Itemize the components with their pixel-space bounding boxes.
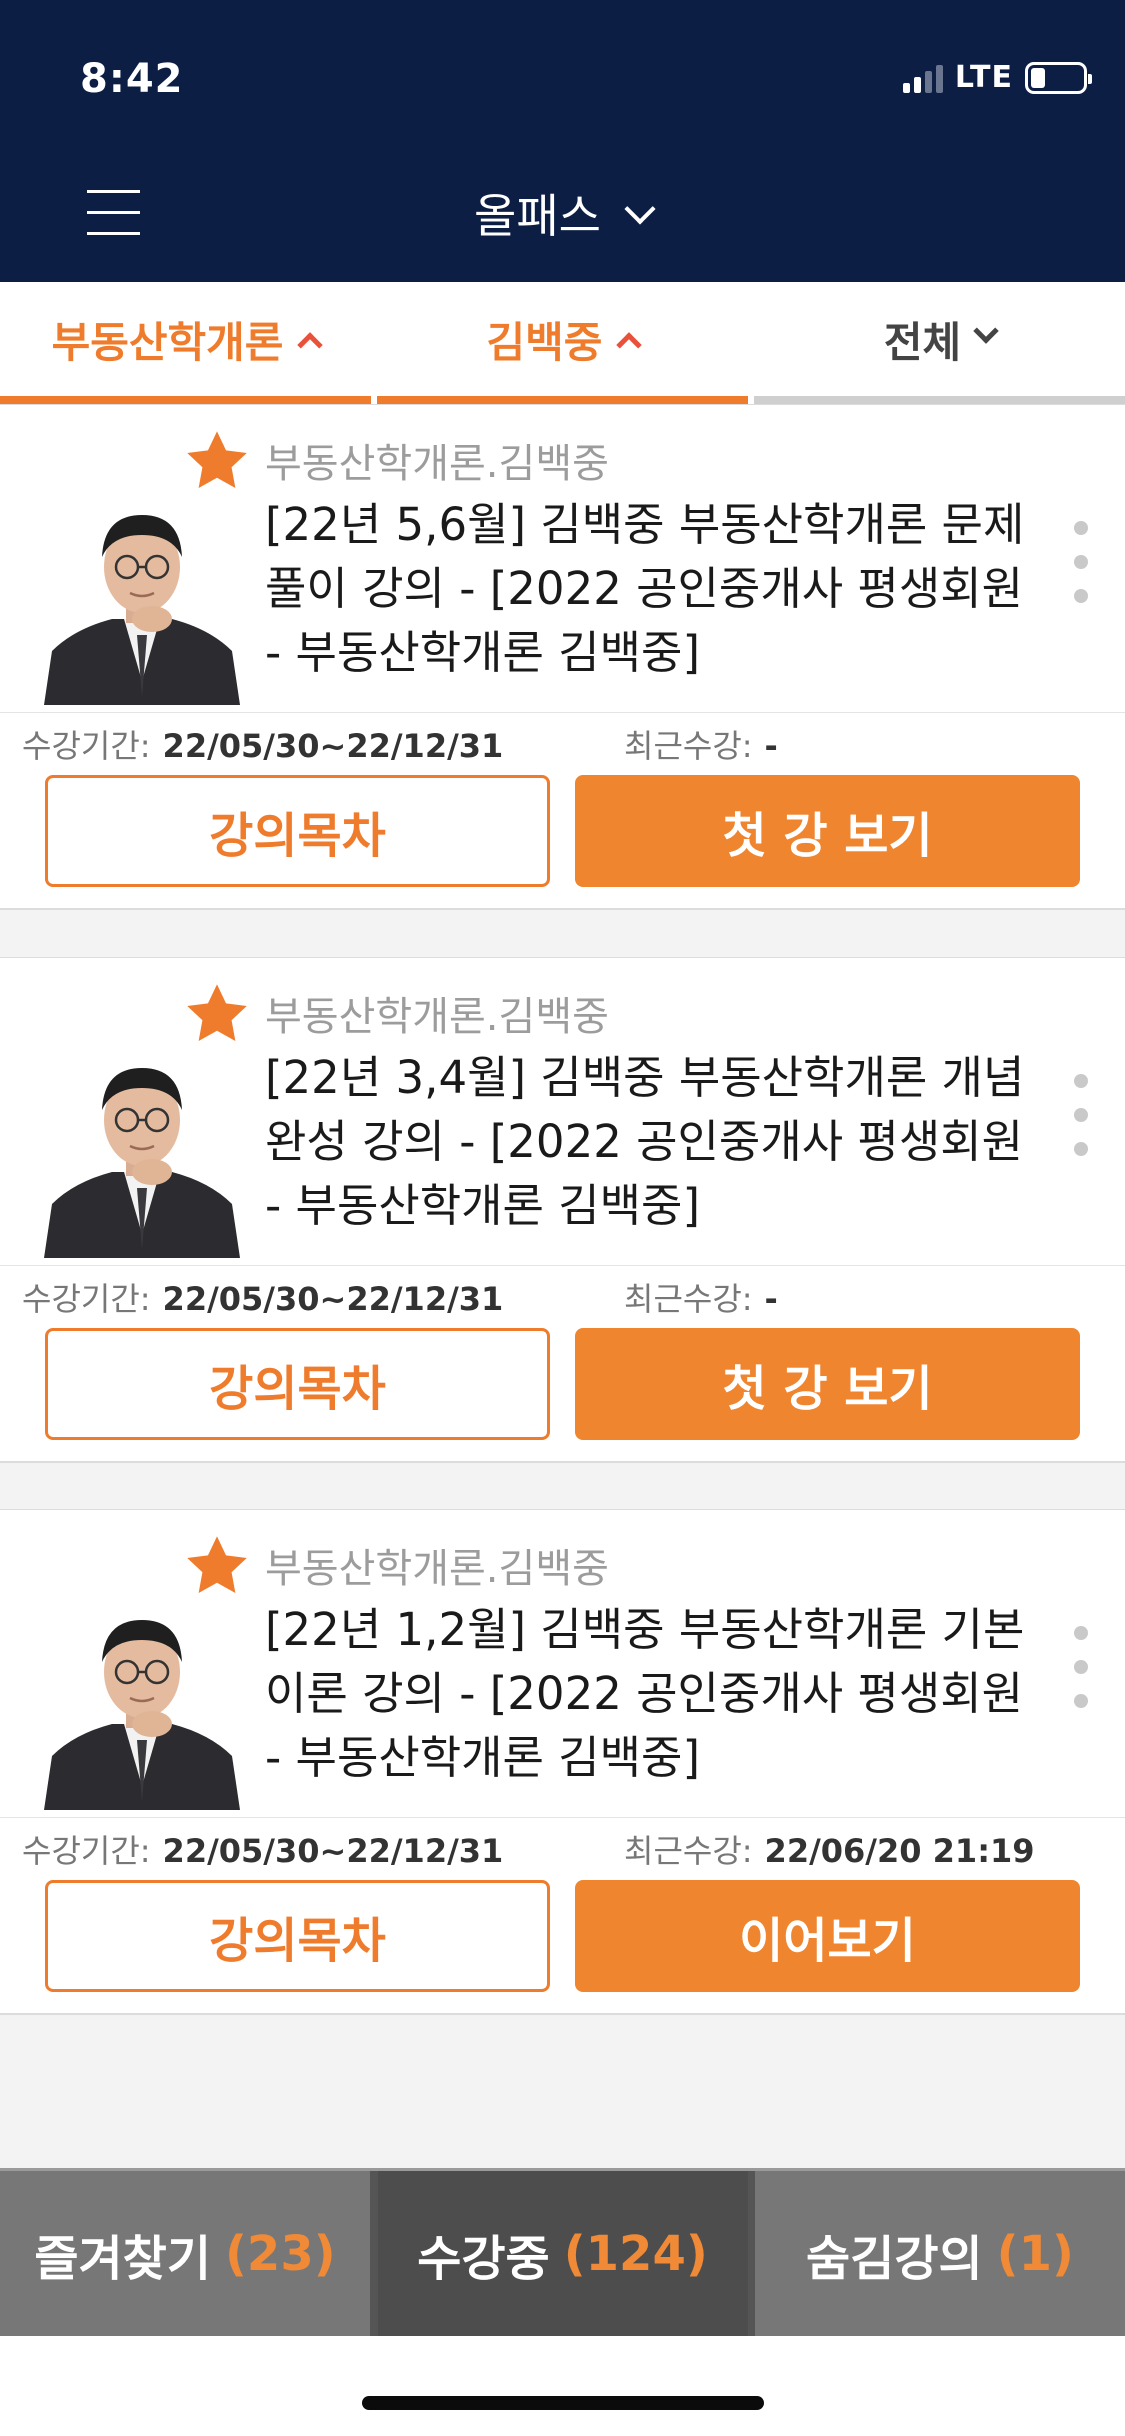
filter-instructor[interactable]: 김백중 xyxy=(377,282,748,404)
recent-label: 최근수강: xyxy=(624,1832,753,1870)
star-icon[interactable] xyxy=(180,427,254,497)
recent-value: 22/06/20 21:19 xyxy=(764,1832,1035,1870)
caret-up-icon xyxy=(297,332,324,358)
page-title: 올패스 xyxy=(474,189,601,243)
filter-all[interactable]: 전체 xyxy=(754,282,1125,404)
play-button[interactable]: 첫 강 보기 xyxy=(575,1328,1080,1440)
toc-button[interactable]: 강의목차 xyxy=(45,1328,550,1440)
course-recent: 최근수강: 22/06/20 21:19 xyxy=(624,1826,1035,1872)
bottom-tab-bar: 즐겨찾기 (23) 수강중 (124) 숨김강의 (1) xyxy=(0,2168,1125,2336)
course-card: 부동산학개론.김백중 [22년 3,4월] 김백중 부동산학개론 개념완성 강의… xyxy=(0,957,1125,1463)
battery-icon xyxy=(1025,61,1092,94)
filter-bar: 부동산학개론 김백중 전체 xyxy=(0,282,1125,404)
period-label: 수강기간: xyxy=(22,727,151,765)
app-header: 8:42 LTE 올패스 xyxy=(0,0,1125,282)
kebab-icon[interactable] xyxy=(1070,1626,1094,1712)
status-time: 8:42 xyxy=(80,56,184,102)
kebab-icon[interactable] xyxy=(1070,1074,1094,1160)
course-title[interactable]: [22년 3,4월] 김백중 부동산학개론 개념완성 강의 - [2022 공인… xyxy=(265,1046,1025,1238)
course-title[interactable]: [22년 5,6월] 김백중 부동산학개론 문제풀이 강의 - [2022 공인… xyxy=(265,493,1025,685)
instructor-photo xyxy=(44,1054,240,1258)
star-icon[interactable] xyxy=(180,980,254,1050)
course-card: 부동산학개론.김백중 [22년 1,2월] 김백중 부동산학개론 기본이론 강의… xyxy=(0,1509,1125,2015)
filter-all-label: 전체 xyxy=(883,317,962,367)
filter-subject-label: 부동산학개론 xyxy=(51,317,284,367)
tab-favorites-count: (23) xyxy=(224,2225,336,2282)
recent-label: 최근수강: xyxy=(624,727,753,765)
course-category: 부동산학개론.김백중 xyxy=(265,994,609,1040)
course-period: 수강기간: 22/05/30~22/12/31 xyxy=(22,1274,503,1320)
divider xyxy=(0,712,1125,713)
period-value: 22/05/30~22/12/31 xyxy=(162,1280,504,1318)
tab-favorites[interactable]: 즐겨찾기 (23) xyxy=(0,2171,370,2336)
home-area xyxy=(0,2336,1125,2436)
tab-in-progress[interactable]: 수강중 (124) xyxy=(377,2171,748,2336)
signal-icon xyxy=(902,63,943,93)
tab-hidden-label: 숨김강의 xyxy=(806,2230,983,2287)
recent-value: - xyxy=(764,1280,778,1318)
star-icon[interactable] xyxy=(180,1532,254,1602)
period-value: 22/05/30~22/12/31 xyxy=(162,1832,504,1870)
tab-hidden-count: (1) xyxy=(996,2225,1074,2282)
course-title[interactable]: [22년 1,2월] 김백중 부동산학개론 기본이론 강의 - [2022 공인… xyxy=(265,1598,1025,1790)
filter-instructor-label: 김백중 xyxy=(486,317,603,367)
divider xyxy=(0,1265,1125,1266)
course-period: 수강기간: 22/05/30~22/12/31 xyxy=(22,1826,503,1872)
course-recent: 최근수강: - xyxy=(624,721,778,767)
period-value: 22/05/30~22/12/31 xyxy=(162,727,504,765)
period-label: 수강기간: xyxy=(22,1280,151,1318)
tab-in-progress-count: (124) xyxy=(563,2225,708,2282)
pass-selector[interactable]: 올패스 xyxy=(0,180,1125,246)
filter-subject[interactable]: 부동산학개론 xyxy=(0,282,371,404)
course-period: 수강기간: 22/05/30~22/12/31 xyxy=(22,721,503,767)
caret-up-icon xyxy=(616,332,643,358)
period-label: 수강기간: xyxy=(22,1832,151,1870)
resume-button[interactable]: 이어보기 xyxy=(575,1880,1080,1992)
course-card: 부동산학개론.김백중 [22년 5,6월] 김백중 부동산학개론 문제풀이 강의… xyxy=(0,404,1125,910)
home-indicator[interactable] xyxy=(362,2396,764,2410)
tab-favorites-label: 즐겨찾기 xyxy=(34,2230,211,2287)
recent-label: 최근수강: xyxy=(624,1280,753,1318)
instructor-photo xyxy=(44,1606,240,1810)
toc-button[interactable]: 강의목차 xyxy=(45,775,550,887)
chevron-down-icon xyxy=(973,318,999,344)
network-type: LTE xyxy=(954,60,1013,95)
play-button[interactable]: 첫 강 보기 xyxy=(575,775,1080,887)
recent-value: - xyxy=(764,727,778,765)
divider xyxy=(0,1817,1125,1818)
course-recent: 최근수강: - xyxy=(624,1274,778,1320)
toc-button[interactable]: 강의목차 xyxy=(45,1880,550,1992)
course-category: 부동산학개론.김백중 xyxy=(265,1546,609,1592)
tab-in-progress-label: 수강중 xyxy=(417,2230,550,2287)
status-indicators: LTE xyxy=(902,60,1092,95)
instructor-photo xyxy=(44,501,240,705)
tab-hidden[interactable]: 숨김강의 (1) xyxy=(755,2171,1125,2336)
chevron-down-icon xyxy=(624,193,656,225)
kebab-icon[interactable] xyxy=(1070,521,1094,607)
course-category: 부동산학개론.김백중 xyxy=(265,441,609,487)
